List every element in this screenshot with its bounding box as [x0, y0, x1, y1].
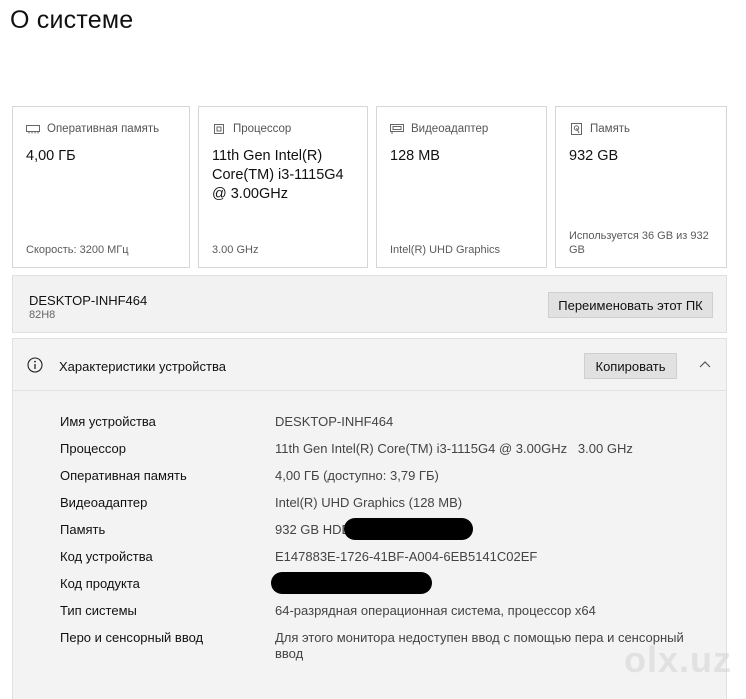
spec-label: Код устройства — [60, 549, 153, 564]
spec-row-gpu: Видеоадаптер Intel(R) UHD Graphics (128 … — [60, 495, 700, 511]
storage-card-value: 932 GB — [569, 148, 619, 164]
spec-value: 932 GB HDD — [275, 522, 351, 537]
spec-label: Видеоадаптер — [60, 495, 148, 510]
page-title: О системе — [10, 6, 134, 34]
spec-label: Имя устройства — [60, 414, 156, 429]
olx-watermark: olx.uz — [623, 639, 732, 680]
redaction-mark — [271, 572, 432, 594]
storage-icon — [569, 123, 583, 135]
ram-card-value: 4,00 ГБ — [26, 148, 76, 164]
spec-label: Перо и сенсорный ввод — [60, 630, 204, 645]
spec-row-device-id: Код устройства E147883E-1726-41BF-A004-6… — [60, 549, 700, 565]
cpu-card-label: Процессор — [233, 123, 292, 135]
spec-label: Код продукта — [60, 576, 140, 591]
spec-label: Процессор — [60, 441, 126, 456]
rename-pc-button[interactable]: Переименовать этот ПК — [548, 292, 713, 318]
spec-label: Оперативная память — [60, 468, 187, 483]
spec-label: Тип системы — [60, 603, 137, 618]
device-specs-title: Характеристики устройства — [59, 359, 226, 374]
storage-card-label: Память — [590, 123, 631, 135]
ram-card-label: Оперативная память — [47, 123, 160, 135]
cpu-card-sub: 3.00 GHz — [212, 244, 259, 256]
ram-card: Оперативная память 4,00 ГБ Скорость: 320… — [12, 106, 190, 268]
spec-row-device-name: Имя устройства DESKTOP-INHF464 — [60, 414, 700, 430]
copy-button[interactable]: Копировать — [584, 353, 677, 379]
device-name: DESKTOP-INHF464 — [29, 293, 148, 308]
gpu-card-label: Видеоадаптер — [411, 123, 489, 135]
gpu-icon — [390, 123, 404, 135]
ram-card-sub: Скорость: 3200 МГц — [26, 244, 129, 256]
spec-row-processor: Процессор 11th Gen Intel(R) Core(TM) i3-… — [60, 441, 700, 457]
chevron-up-icon[interactable] — [697, 356, 713, 372]
info-icon — [27, 357, 43, 373]
spec-value: Intel(R) UHD Graphics (128 MB) — [275, 495, 463, 510]
spec-label: Память — [60, 522, 106, 537]
ram-icon — [26, 124, 40, 135]
gpu-card: Видеоадаптер 128 MB Intel(R) UHD Graphic… — [376, 106, 547, 268]
device-model: 82H8 — [29, 309, 56, 321]
spec-value: E147883E-1726-41BF-A004-6EB5141C02EF — [275, 549, 538, 564]
cpu-icon — [212, 124, 226, 135]
spec-value: 11th Gen Intel(R) Core(TM) i3-1115G4 @ 3… — [275, 441, 633, 456]
device-specs-table: Имя устройства DESKTOP-INHF464 Процессор… — [60, 414, 700, 673]
spec-row-ram: Оперативная память 4,00 ГБ (доступно: 3,… — [60, 468, 700, 484]
gpu-card-value: 128 MB — [390, 148, 440, 164]
storage-card-sub: Используется 36 GB из 932 GB — [569, 230, 709, 256]
storage-card: Память 932 GB Используется 36 GB из 932 … — [555, 106, 727, 268]
spec-row-pen-touch: Перо и сенсорный ввод Для этого монитора… — [60, 630, 700, 662]
gpu-card-sub: Intel(R) UHD Graphics — [390, 244, 501, 256]
device-specs-header[interactable]: Характеристики устройства Копировать — [13, 339, 726, 391]
device-name-bar: DESKTOP-INHF464 82H8 Переименовать этот … — [12, 275, 727, 333]
spec-value: DESKTOP-INHF464 — [275, 414, 394, 429]
cpu-card-value: 11th Gen Intel(R) Core(TM) i3-1115G4 @ 3… — [212, 148, 344, 202]
cpu-card: Процессор 11th Gen Intel(R) Core(TM) i3-… — [198, 106, 368, 268]
redaction-mark — [344, 518, 473, 540]
spec-row-system-type: Тип системы 64-разрядная операционная си… — [60, 603, 700, 619]
spec-value: 64-разрядная операционная система, проце… — [275, 603, 596, 618]
spec-value: 4,00 ГБ (доступно: 3,79 ГБ) — [275, 468, 439, 483]
